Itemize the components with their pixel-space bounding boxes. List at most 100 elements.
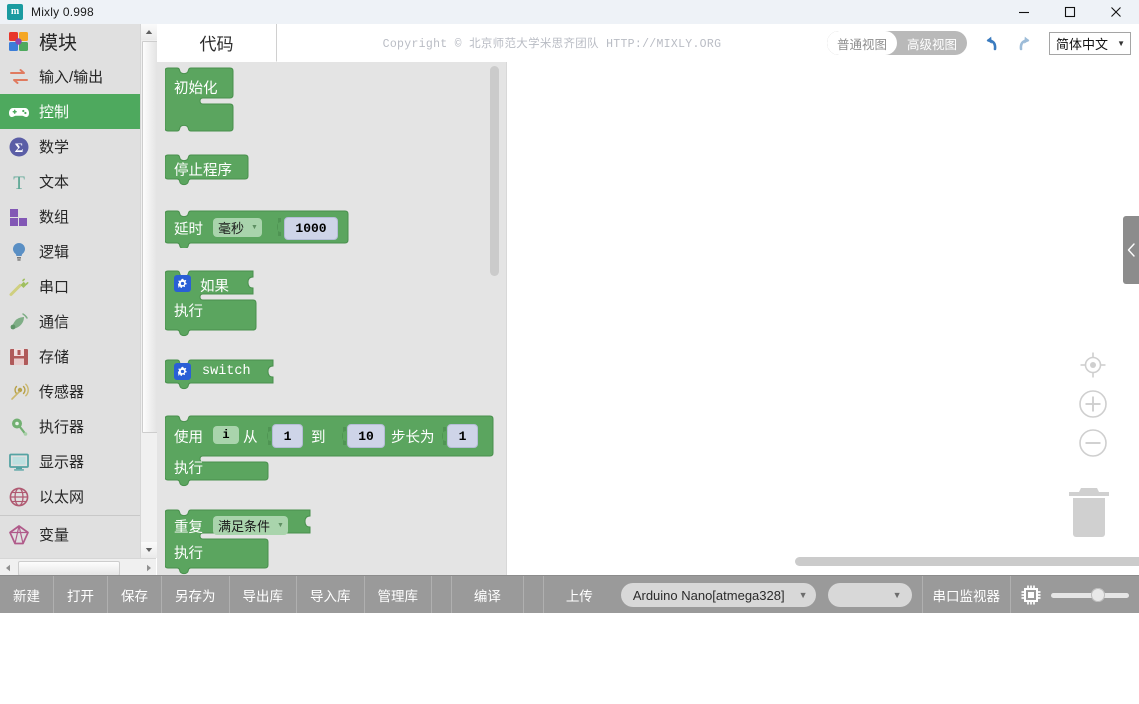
slider-thumb[interactable]	[1091, 588, 1105, 602]
window-title: Mixly 0.998	[31, 5, 94, 19]
sidebar-item-label: 通信	[39, 311, 69, 332]
save-button[interactable]: 保存	[108, 576, 162, 614]
chevron-down-icon: ▼	[1117, 39, 1125, 48]
serial-monitor-button[interactable]: 串口监视器	[923, 576, 1011, 614]
sidebar-item-math[interactable]: Σ 数学	[0, 129, 140, 164]
upload-button[interactable]: 上传	[544, 576, 615, 614]
minimize-icon[interactable]	[1001, 0, 1047, 24]
block-delay-unit-dropdown[interactable]: 毫秒 ▼	[213, 218, 262, 237]
undo-arrow-icon[interactable]	[977, 30, 1003, 56]
actuator-icon	[6, 414, 32, 440]
export-lib-button[interactable]: 导出库	[230, 576, 298, 614]
panel-collapse-handle[interactable]	[1123, 216, 1139, 284]
sidebar-item-communication[interactable]: 通信	[0, 304, 140, 339]
number-value: 1	[284, 429, 292, 444]
sidebar-item-ethernet[interactable]: 以太网	[0, 479, 140, 514]
block-delay-number-input[interactable]: 1000	[284, 217, 338, 240]
sidebar-header-modules: 模块	[0, 24, 140, 59]
blocks-canvas[interactable]	[507, 62, 1139, 575]
zoom-slider[interactable]	[1051, 588, 1129, 602]
sidebar-item-label: 显示器	[39, 451, 84, 472]
lightbulb-icon	[6, 239, 32, 265]
sidebar-item-serial[interactable]: 串口	[0, 269, 140, 304]
block-switch[interactable]: switch	[165, 359, 285, 398]
view-mode-toggle[interactable]: 普通视图 高级视图	[827, 31, 967, 55]
maximize-icon[interactable]	[1047, 0, 1093, 24]
trash-can-icon[interactable]	[1065, 482, 1113, 543]
sidebar-horizontal-scrollbar[interactable]	[0, 558, 156, 576]
sidebar-item-sensor[interactable]: 传感器	[0, 374, 140, 409]
block-init[interactable]: 初始化	[165, 67, 245, 147]
flyout-scrollbar[interactable]	[490, 66, 499, 276]
compile-button[interactable]: 编译	[452, 576, 523, 614]
view-mode-advanced[interactable]: 高级视图	[897, 31, 967, 55]
number-value: 1000	[295, 221, 326, 236]
scrollbar-trough[interactable]	[16, 561, 140, 574]
sidebar-item-storage[interactable]: 存储	[0, 339, 140, 374]
monitor-icon	[6, 449, 32, 475]
io-arrows-icon	[6, 64, 32, 90]
sidebar-header-label: 模块	[39, 28, 77, 55]
top-right-controls: 普通视图 高级视图 简体中文 ▼	[827, 24, 1139, 62]
sidebar-item-variables[interactable]: 变量	[0, 517, 140, 552]
block-for-to-input[interactable]: 10	[347, 424, 385, 448]
microchip-icon[interactable]	[1019, 583, 1043, 607]
plus-circle-icon[interactable]	[1078, 389, 1108, 419]
sidebar-item-label: 传感器	[39, 381, 84, 402]
open-button[interactable]: 打开	[54, 576, 108, 614]
sidebar-item-label: 控制	[39, 101, 69, 122]
manage-lib-button[interactable]: 管理库	[365, 576, 433, 614]
block-for-step-input[interactable]: 1	[447, 424, 478, 448]
sidebar-item-display[interactable]: 显示器	[0, 444, 140, 479]
block-delay[interactable]: 延时 毫秒 ▼ 1000	[165, 210, 355, 253]
block-repeat-condition-dropdown[interactable]: 满足条件 ▼	[213, 516, 288, 535]
puzzle-icon	[6, 29, 32, 55]
tab-code[interactable]: 代码	[157, 24, 277, 62]
sidebar-item-label: 变量	[39, 524, 69, 545]
scrollbar-thumb[interactable]	[18, 561, 120, 576]
minus-circle-icon[interactable]	[1078, 428, 1108, 458]
caret-up-icon[interactable]	[141, 24, 157, 40]
port-select[interactable]: ▼	[828, 583, 912, 607]
bottom-blank-area	[0, 613, 1139, 704]
sidebar-item-text[interactable]: T 文本	[0, 164, 140, 199]
caret-left-icon[interactable]	[0, 560, 15, 575]
canvas-horizontal-scrollbar[interactable]	[795, 557, 1139, 566]
caret-down-icon[interactable]	[141, 542, 157, 558]
zoom-controls[interactable]	[1075, 350, 1111, 458]
import-lib-button[interactable]: 导入库	[297, 576, 365, 614]
block-if[interactable]: 如果 执行	[165, 270, 265, 347]
block-repeat-while[interactable]: 重复 满足条件 ▼ 执行	[165, 509, 325, 575]
language-select[interactable]: 简体中文 ▼	[1049, 32, 1131, 55]
block-for-from-input[interactable]: 1	[272, 424, 303, 448]
block-for-loop[interactable]: 使用 i 从 1 到 10 步长为 1 执行	[165, 415, 500, 496]
gear-icon[interactable]	[174, 275, 191, 292]
close-icon[interactable]	[1093, 0, 1139, 24]
toolbox-flyout[interactable]: 初始化 停止程序 延时 毫秒 ▼ 1000	[157, 62, 507, 575]
sidebar-item-io[interactable]: 输入/输出	[0, 59, 140, 94]
gear-icon[interactable]	[174, 363, 191, 380]
globe-icon	[6, 484, 32, 510]
board-select[interactable]: Arduino Nano[atmega328] ▼	[621, 583, 816, 607]
view-mode-normal[interactable]: 普通视图	[827, 31, 897, 55]
crosshair-target-icon[interactable]	[1078, 350, 1108, 380]
new-button[interactable]: 新建	[0, 576, 54, 614]
caret-right-icon[interactable]	[141, 560, 156, 575]
sidebar-item-control[interactable]: 控制	[0, 94, 140, 129]
blockly-workspace[interactable]: 初始化 停止程序 延时 毫秒 ▼ 1000	[157, 62, 1139, 575]
mixly-logo-icon: m	[7, 4, 23, 20]
sidebar-item-logic[interactable]: 逻辑	[0, 234, 140, 269]
sidebar-item-label: 存储	[39, 346, 69, 367]
block-for-variable[interactable]: i	[213, 426, 239, 444]
save-as-button[interactable]: 另存为	[162, 576, 230, 614]
scrollbar-thumb[interactable]	[142, 41, 158, 433]
chevron-down-icon: ▼	[251, 224, 258, 231]
redo-arrow-icon[interactable]	[1013, 30, 1039, 56]
sidebar-item-array[interactable]: 数组	[0, 199, 140, 234]
sidebar-vertical-scrollbar[interactable]	[140, 24, 157, 558]
block-stop-program[interactable]: 停止程序	[165, 154, 255, 191]
floppy-disk-icon	[6, 344, 32, 370]
sidebar-item-actuator[interactable]: 执行器	[0, 409, 140, 444]
language-value: 简体中文	[1056, 34, 1108, 53]
sidebar-item-label: 执行器	[39, 416, 84, 437]
